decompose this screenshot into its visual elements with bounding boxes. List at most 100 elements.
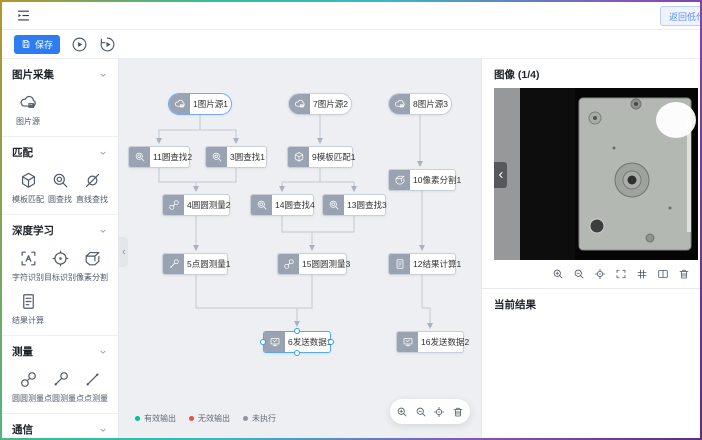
section-header[interactable]: 测量	[12, 344, 108, 359]
flow-canvas[interactable]: 1图片源1 7图片源2 8图片源3 11圆查找2 3圆查找1 9模板匹配1	[119, 59, 481, 438]
right-panel: 图像 (1/4)	[481, 59, 700, 438]
legend-dot-red	[189, 416, 194, 421]
zoom-in-icon[interactable]	[396, 406, 408, 418]
image-viewer[interactable]	[494, 88, 698, 260]
run-once-button[interactable]	[70, 35, 88, 53]
save-button-label: 保存	[35, 38, 53, 51]
sidebar-item-target-recognition[interactable]: 目标识别	[44, 249, 76, 283]
flow-node-pixel-segment-1[interactable]: 10像素分割1	[388, 169, 456, 191]
sidebar-item-template-match[interactable]: 模板匹配	[12, 171, 44, 205]
connection-handle[interactable]	[294, 350, 300, 356]
flow-node-circle-find-2[interactable]: 11圆查找2	[128, 146, 190, 168]
point-circle-measure-icon	[51, 370, 70, 389]
flow-node-send-data-2[interactable]: 16发送数据2	[396, 331, 464, 353]
flow-node-point-circle-measure-1[interactable]: 5点圆测量1	[162, 253, 228, 275]
point-point-measure-icon	[83, 370, 102, 389]
chevron-down-icon[interactable]	[98, 347, 108, 357]
loop-play-icon	[99, 36, 116, 53]
segment-icon	[389, 170, 410, 190]
line-find-icon	[83, 171, 102, 190]
main-area: 图片采集 图片源 匹配 模板匹配	[2, 59, 700, 438]
flow-node-circle-find-4[interactable]: 14圆查找4	[250, 194, 314, 216]
prev-image-button[interactable]	[494, 162, 507, 188]
chevron-down-icon[interactable]	[98, 226, 108, 236]
save-icon	[21, 39, 31, 49]
circle-find-icon	[251, 195, 272, 215]
sidebar-item-pixel-segment[interactable]: 像素分割	[76, 249, 108, 283]
chevron-down-icon[interactable]	[98, 70, 108, 80]
connection-handle[interactable]	[328, 339, 334, 345]
sidebar-item-circle-find[interactable]: 圆查找	[44, 171, 76, 205]
send-data-icon	[264, 332, 285, 352]
segment-icon	[83, 249, 102, 268]
trash-icon[interactable]	[452, 406, 464, 418]
cloud-image-icon	[19, 93, 38, 112]
back-to-lowcode-button[interactable]: 返回低代	[660, 6, 700, 26]
sidebar-item-ocr[interactable]: 字符识别	[12, 249, 44, 283]
locate-icon[interactable]	[433, 406, 445, 418]
run-continuous-button[interactable]	[98, 35, 116, 53]
connection-handle[interactable]	[294, 328, 300, 334]
flow-node-image-source-2[interactable]: 7图片源2	[288, 93, 352, 115]
flow-node-send-data-1[interactable]: 6发送数据1	[263, 331, 331, 353]
save-button[interactable]: 保存	[14, 35, 60, 54]
play-icon	[71, 36, 88, 53]
sidebar-item-circle-circle-measure[interactable]: 圆圆测量	[12, 370, 44, 404]
legend-dot-green	[135, 416, 140, 421]
section-header[interactable]: 深度学习	[12, 223, 108, 238]
flow-node-circle-circle-measure-3[interactable]: 15圆圆测量3	[277, 253, 347, 275]
zoom-out-icon[interactable]	[415, 406, 427, 418]
flow-node-circle-find-1[interactable]: 3圆查找1	[205, 146, 267, 168]
image-panel-title: 图像 (1/4)	[494, 67, 700, 82]
fullscreen-icon[interactable]	[615, 268, 627, 280]
legend-not-executed: 未执行	[243, 413, 276, 424]
circle-circle-measure-icon	[19, 370, 38, 389]
status-legend: 有效输出 无效输出 未执行	[135, 413, 276, 424]
circle-circle-measure-icon	[163, 195, 184, 215]
current-result-area	[482, 312, 700, 438]
section-measurement: 测量 圆圆测量 点圆测量 点点测量	[2, 336, 118, 414]
circle-circle-measure-icon	[278, 254, 299, 274]
collapse-menu-icon[interactable]	[14, 7, 32, 25]
grid-icon[interactable]	[636, 268, 648, 280]
screenshot-root: 返回低代 保存 图片采集 图片源	[0, 0, 702, 440]
canvas-zoom-toolbar	[390, 399, 470, 424]
flow-node-result-calc-1[interactable]: 12结果计算1	[388, 253, 456, 275]
divider	[482, 288, 700, 289]
sidebar-item-result-calc[interactable]: 结果计算	[12, 292, 44, 326]
trash-icon[interactable]	[678, 268, 690, 280]
flow-node-template-match-1[interactable]: 9模板匹配1	[287, 146, 353, 168]
section-header[interactable]: 通信	[12, 422, 108, 437]
doc-icon	[389, 254, 410, 274]
chevron-left-icon	[120, 248, 128, 256]
back-button-label: 返回低代	[669, 10, 700, 23]
flow-node-circle-circle-measure-2[interactable]: 4圆圆测量2	[162, 194, 230, 216]
cube-icon	[19, 171, 38, 190]
zoom-in-icon[interactable]	[552, 268, 564, 280]
sidebar-item-point-circle-measure[interactable]: 点圆测量	[44, 370, 76, 404]
connection-handle[interactable]	[260, 339, 266, 345]
flow-node-image-source-3[interactable]: 8图片源3	[388, 93, 452, 115]
sidebar-item-line-find[interactable]: 直线查找	[76, 171, 108, 205]
send-data-icon	[397, 332, 418, 352]
legend-valid-output: 有效输出	[135, 413, 176, 424]
locate-icon[interactable]	[594, 268, 606, 280]
circle-find-icon	[206, 147, 227, 167]
zoom-out-icon[interactable]	[573, 268, 585, 280]
flow-edges	[119, 59, 481, 438]
chevron-down-icon[interactable]	[98, 425, 108, 435]
section-matching: 匹配 模板匹配 圆查找 直线查找	[2, 137, 118, 215]
flow-node-image-source-1[interactable]: 1图片源1	[168, 93, 232, 115]
sidebar-item-point-point-measure[interactable]: 点点测量	[76, 370, 108, 404]
current-result-title: 当前结果	[494, 297, 700, 312]
sidebar-collapse-handle[interactable]	[119, 237, 128, 267]
flow-node-circle-find-3[interactable]: 13圆查找3	[322, 194, 386, 216]
split-view-icon[interactable]	[657, 268, 669, 280]
cloud-image-icon	[389, 94, 410, 114]
section-header[interactable]: 匹配	[12, 145, 108, 160]
doc-icon	[19, 292, 38, 311]
ocr-icon	[19, 249, 38, 268]
sidebar-item-image-source[interactable]: 图片源	[12, 93, 44, 127]
section-header[interactable]: 图片采集	[12, 67, 108, 82]
chevron-down-icon[interactable]	[98, 148, 108, 158]
